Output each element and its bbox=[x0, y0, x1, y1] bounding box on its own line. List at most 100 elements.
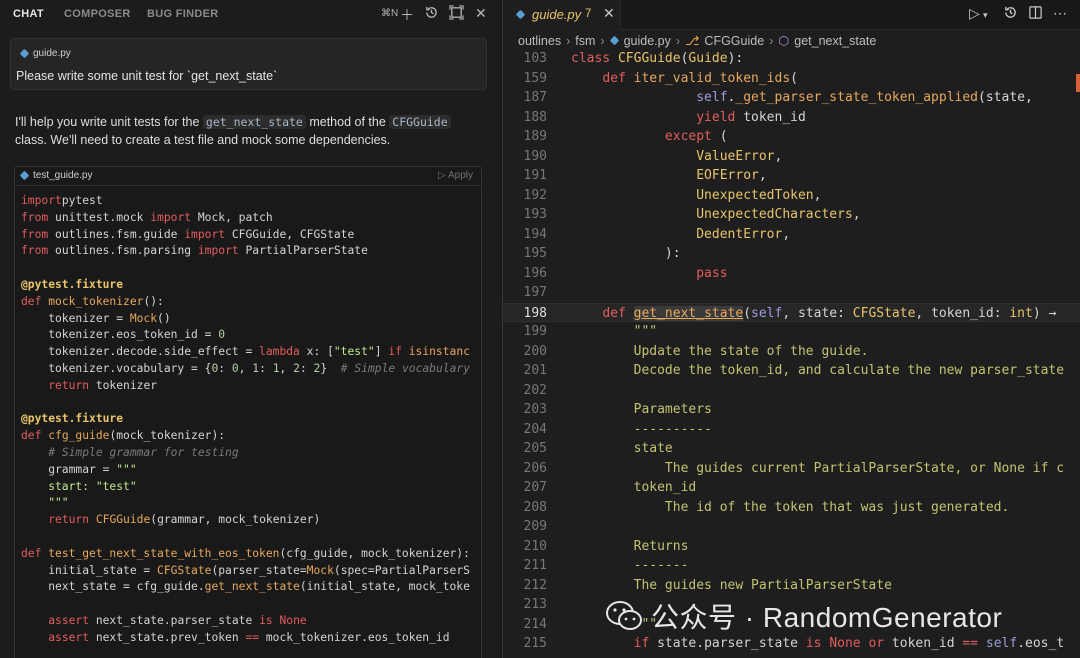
code-token: CFGGuide, CFGState bbox=[225, 227, 355, 241]
code-line: 194 DedentError, bbox=[503, 225, 1080, 245]
code-line: 200 Update the state of the guide. bbox=[503, 342, 1080, 362]
line-source: UnexpectedCharacters, bbox=[571, 205, 860, 225]
code-token: UnexpectedToken bbox=[696, 187, 814, 203]
line-source: UnexpectedToken, bbox=[571, 186, 821, 206]
python-file-icon bbox=[19, 48, 30, 59]
watermark-text: 公众号 · RandomGenerator bbox=[651, 602, 1003, 633]
line-source: DedentError, bbox=[571, 225, 790, 245]
line-source: token_id bbox=[571, 478, 697, 498]
code-line: tokenizer.eos_token_id = 0 bbox=[21, 327, 473, 344]
line-number: 199 bbox=[523, 324, 547, 339]
code-token: get_next_state bbox=[204, 580, 300, 594]
code-token: ] bbox=[374, 345, 389, 359]
run-icon[interactable]: ▷ bbox=[969, 5, 980, 22]
code-token: token_id bbox=[884, 636, 963, 651]
close-tab-icon[interactable]: ✕ bbox=[603, 5, 615, 22]
code-token: import bbox=[197, 244, 239, 258]
history-icon[interactable] bbox=[424, 5, 439, 23]
breadcrumb-cfgguide[interactable]: CFGGuide bbox=[704, 34, 764, 48]
problems-badge: 7 bbox=[585, 8, 592, 20]
code-token: The id of the token that was just genera… bbox=[571, 499, 1010, 515]
code-token: == bbox=[962, 636, 979, 651]
code-line: grammar = """ bbox=[21, 462, 473, 479]
line-source: The guides current PartialParserState, o… bbox=[571, 459, 1064, 479]
code-token: # Simple vocabulary bbox=[340, 361, 470, 375]
code-token: , state: bbox=[782, 305, 853, 321]
python-file-icon bbox=[19, 170, 30, 181]
current-line: 198 def get_next_state(self, state: CFGS… bbox=[503, 302, 1080, 322]
answer-text: I'll help you write unit tests for the bbox=[15, 115, 200, 129]
line-number: 207 bbox=[523, 480, 547, 495]
line-number: 204 bbox=[523, 421, 547, 437]
user-question-text: Please write some unit test for `get_nex… bbox=[16, 69, 278, 83]
tab-bug-finder[interactable]: BUG FINDER bbox=[147, 8, 218, 20]
user-message: guide.py Please write some unit test for… bbox=[10, 38, 487, 90]
close-icon[interactable]: ✕ bbox=[475, 5, 487, 22]
code-token: DedentError bbox=[696, 226, 783, 242]
apply-button[interactable]: ▷ Apply bbox=[438, 170, 473, 181]
timeline-icon[interactable] bbox=[1003, 5, 1018, 23]
code-token: ---------- bbox=[571, 421, 712, 437]
code-line: 206 The guides current PartialParserStat… bbox=[503, 459, 1080, 479]
code-token: 2 bbox=[293, 361, 300, 375]
line-number: 187 bbox=[523, 90, 547, 105]
code-token: ------- bbox=[571, 558, 689, 573]
code-token: outlines.fsm.guide bbox=[48, 227, 185, 241]
code-line: @pytest.fixture bbox=[21, 277, 473, 294]
line-source: class CFGGuide(Guide): bbox=[571, 49, 743, 69]
code-token: , bbox=[774, 148, 783, 164]
more-actions-icon[interactable]: ⋯ bbox=[1053, 5, 1067, 22]
plus-icon[interactable]: ＋ bbox=[400, 5, 414, 25]
code-token: import bbox=[150, 210, 192, 224]
file-context-pill[interactable]: guide.py bbox=[19, 48, 71, 59]
code-line: from unittest.mock import Mock, patch bbox=[21, 210, 473, 227]
code-token: , bbox=[758, 168, 767, 183]
code-token: (state, bbox=[978, 90, 1041, 105]
tab-chat[interactable]: CHAT bbox=[13, 8, 44, 20]
editor-tab-guide[interactable]: guide.py 7 ✕ bbox=[503, 0, 621, 30]
line-source: ): bbox=[571, 244, 681, 264]
line-source: Parameters bbox=[571, 400, 712, 420]
chat-panel: CHAT COMPOSER BUG FINDER ⌘N ＋ ✕ guide.py… bbox=[0, 0, 502, 658]
line-source: except ( bbox=[571, 127, 728, 147]
line-number: 212 bbox=[523, 577, 547, 593]
code-token: token_id bbox=[571, 480, 697, 495]
line-number: 188 bbox=[523, 109, 547, 125]
code-line: 191 EOFError, bbox=[503, 166, 1080, 186]
code-token: CFGGuide bbox=[617, 51, 681, 66]
breadcrumb-fsm[interactable]: fsm bbox=[575, 34, 595, 48]
tab-composer[interactable]: COMPOSER bbox=[64, 8, 131, 20]
code-editor[interactable]: 103 class CFGGuide(Guide): 159 def iter_va… bbox=[503, 49, 1080, 654]
code-line: tokenizer = Mock() bbox=[21, 311, 473, 328]
line-number: 192 bbox=[523, 187, 547, 203]
code-token: CFGState bbox=[852, 305, 916, 321]
code-line: 193 UnexpectedCharacters, bbox=[503, 205, 1080, 225]
code-token: == bbox=[245, 630, 260, 644]
line-number: 200 bbox=[523, 343, 547, 359]
maximize-icon[interactable] bbox=[449, 5, 464, 23]
chevron-down-icon[interactable]: ▾ bbox=[983, 10, 988, 21]
split-editor-icon[interactable] bbox=[1028, 5, 1043, 23]
code-token: The guides current PartialParserState, o… bbox=[571, 460, 1065, 476]
inline-code: CFGGuide bbox=[389, 115, 451, 129]
code-token: from bbox=[21, 227, 49, 241]
breadcrumb-outlines[interactable]: outlines bbox=[518, 34, 561, 48]
code-token: (mock_tokenizer): bbox=[109, 429, 226, 443]
code-filename: test_guide.py bbox=[19, 170, 93, 181]
line-number: 190 bbox=[523, 148, 547, 164]
code-token: mock_tokenizer bbox=[48, 294, 144, 308]
code-token: None bbox=[279, 613, 307, 627]
code-token: ( bbox=[711, 129, 728, 144]
code-line: # Simple grammar for testing bbox=[21, 445, 473, 462]
breadcrumb-get-next-state[interactable]: get_next_state bbox=[794, 34, 876, 48]
code-line: assert next_state.parser_state is None bbox=[21, 613, 473, 630]
breadcrumb-guide-py[interactable]: guide.py bbox=[624, 34, 671, 48]
code-token: self bbox=[696, 90, 728, 105]
